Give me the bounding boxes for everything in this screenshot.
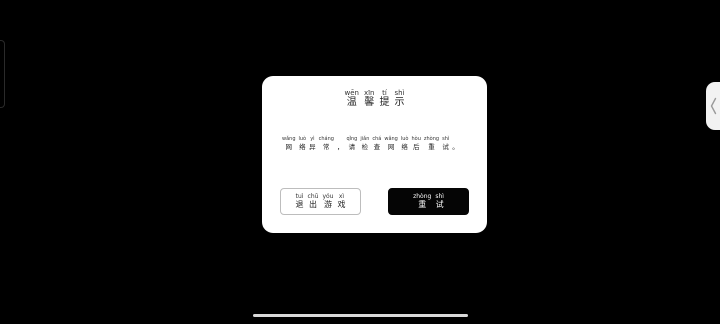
- ruby-character: wǎng 网: [282, 137, 296, 151]
- ruby-character: shì 示: [394, 90, 404, 108]
- pinyin-text: xīn: [363, 89, 375, 97]
- hanzi-text: 请: [348, 143, 356, 151]
- hanzi-text: 出: [308, 200, 317, 209]
- home-indicator[interactable]: [253, 314, 468, 317]
- ruby-character: jiǎn 检: [360, 137, 369, 151]
- ruby-character: yì 异: [309, 137, 316, 151]
- retry-button-label: zhòng 重 shì 试: [413, 194, 444, 209]
- hanzi-text: 温: [346, 97, 357, 108]
- exit-game-button[interactable]: tuì 退 chū 出 yóu 游 xì 戏: [280, 188, 361, 215]
- ruby-character: shì 试: [442, 137, 449, 151]
- pinyin-text: tí: [382, 89, 387, 97]
- dialog-title: wēn 温 xīn 馨 tí 提 shì 示: [262, 90, 487, 108]
- hanzi-text: 戏: [337, 200, 346, 209]
- hanzi-text: 示: [394, 97, 405, 108]
- ruby-character: xīn 馨: [364, 90, 375, 108]
- hanzi-text: 提: [379, 97, 390, 108]
- ruby-character: cháng 常: [319, 137, 334, 151]
- hanzi-text: 异: [309, 143, 316, 151]
- exit-game-button-label: tuì 退 chū 出 yóu 游 xì 戏: [296, 194, 346, 209]
- hanzi-text: 。: [452, 143, 459, 151]
- ruby-character: yóu 游: [322, 194, 333, 209]
- ruby-character: wēn 温: [344, 90, 358, 108]
- hanzi-text: 试: [442, 143, 449, 151]
- hanzi-text: 检: [361, 143, 369, 151]
- pinyin-text: shì: [394, 89, 405, 97]
- ruby-character: luò 络: [401, 137, 409, 151]
- hanzi-text: 重: [418, 200, 427, 209]
- left-edge-handle: [0, 40, 5, 108]
- ruby-character: wǎng 网: [384, 137, 398, 151]
- ruby-character: shì 试: [435, 194, 444, 209]
- hanzi-text: 重: [428, 143, 435, 151]
- ruby-character: chū 出: [308, 194, 319, 209]
- hanzi-text: 后: [412, 143, 420, 151]
- ruby-character: xì 戏: [337, 194, 345, 209]
- hanzi-text: 退: [295, 200, 304, 209]
- hanzi-text: 试: [435, 200, 444, 209]
- hanzi-text: 络: [299, 143, 306, 151]
- ruby-character: zhòng 重: [424, 137, 439, 151]
- hanzi-text: 网: [387, 143, 395, 151]
- dialog-message: wǎng 网 luò 络 yì 异 cháng 常， qǐng 请 jiǎn 检 chá 查 wǎng 网 lu…: [282, 137, 472, 151]
- ruby-character: qǐng 请: [346, 137, 357, 151]
- side-panel-tab[interactable]: [706, 82, 720, 130]
- ruby-character: luò 络: [299, 137, 307, 151]
- ruby-character: hòu 后: [411, 137, 420, 151]
- hanzi-text: 游: [323, 200, 332, 209]
- ruby-character: zhòng 重: [413, 194, 431, 209]
- ruby-character: tí 提: [379, 90, 389, 108]
- hanzi-text: 络: [401, 143, 408, 151]
- hanzi-text: 查: [373, 143, 381, 151]
- ruby-character: chá 查: [372, 137, 381, 151]
- network-error-dialog: wēn 温 xīn 馨 tí 提 shì 示 wǎng 网 luò 络 yì 异 cháng 常， qǐng 请…: [262, 76, 487, 233]
- retry-button[interactable]: zhòng 重 shì 试: [388, 188, 469, 215]
- hanzi-text: 网: [285, 143, 293, 151]
- ruby-character: tuì 退: [296, 194, 304, 209]
- game-screen: wēn 温 xīn 馨 tí 提 shì 示 wǎng 网 luò 络 yì 异 cháng 常， qǐng 请…: [0, 0, 720, 324]
- pinyin-text: wēn: [344, 89, 359, 97]
- chevron-left-icon: [710, 97, 717, 115]
- hanzi-text: 常: [323, 143, 330, 151]
- hanzi-text: 馨: [364, 97, 375, 108]
- ruby-character: ，: [337, 137, 344, 151]
- hanzi-text: ，: [336, 143, 344, 151]
- ruby-character: 。: [452, 137, 459, 151]
